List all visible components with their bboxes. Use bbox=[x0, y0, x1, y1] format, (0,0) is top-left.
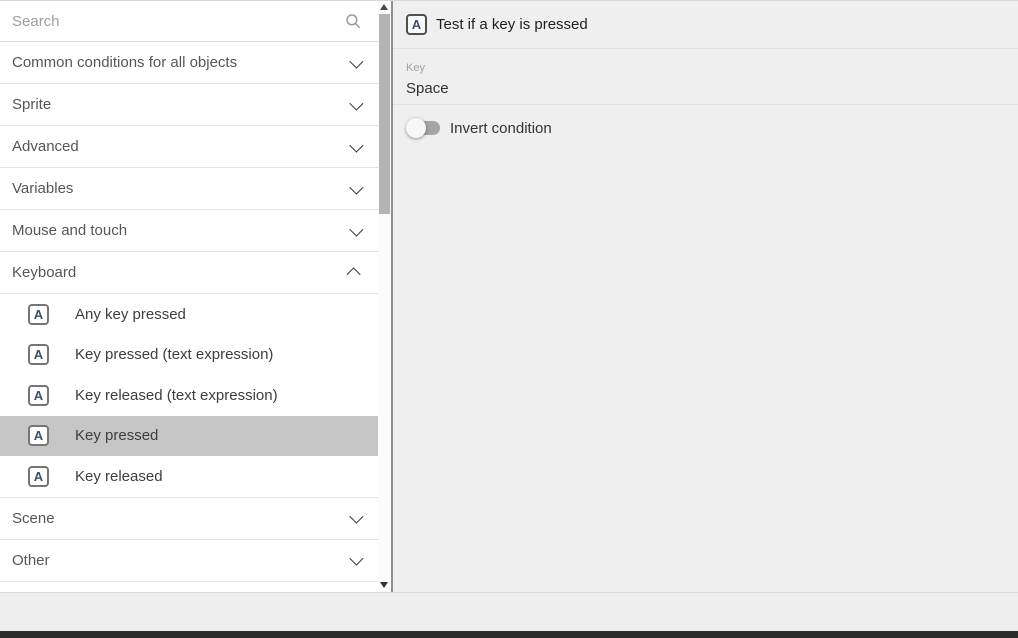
category-label: Other bbox=[12, 552, 350, 569]
sidebar-category-advanced[interactable]: Advanced bbox=[0, 126, 378, 168]
keyboard-key-icon: A bbox=[28, 304, 49, 325]
sidebar-item-key-pressed-text-expression[interactable]: A Key pressed (text expression) bbox=[0, 335, 378, 376]
category-label: Mouse and touch bbox=[12, 222, 350, 239]
category-label: Scene bbox=[12, 510, 350, 527]
sidebar-category-sprite[interactable]: Sprite bbox=[0, 84, 378, 126]
search-input[interactable] bbox=[12, 13, 344, 30]
item-label: Any key pressed bbox=[75, 306, 186, 323]
chevron-down-icon bbox=[349, 222, 363, 236]
category-label: Keyboard bbox=[12, 264, 350, 281]
invert-condition-label: Invert condition bbox=[450, 120, 552, 137]
sidebar-category-keyboard[interactable]: Keyboard bbox=[0, 252, 378, 294]
conditions-sidebar: Common conditions for all objects Sprite A… bbox=[0, 1, 378, 592]
keyboard-key-icon: A bbox=[28, 344, 49, 365]
chevron-down-icon bbox=[349, 54, 363, 68]
category-items-keyboard: A Any key pressed A Key pressed (text expre… bbox=[0, 294, 378, 498]
chevron-down-icon bbox=[349, 96, 363, 110]
item-label: Key pressed (text expression) bbox=[75, 346, 273, 363]
invert-condition-row: Invert condition bbox=[393, 105, 1018, 151]
scrollbar-thumb[interactable] bbox=[379, 14, 390, 214]
item-label: Key pressed bbox=[75, 427, 158, 444]
sidebar-category-variables[interactable]: Variables bbox=[0, 168, 378, 210]
keyboard-key-icon: A bbox=[28, 385, 49, 406]
key-field-value[interactable]: Space bbox=[406, 80, 1018, 104]
item-label: Key released (text expression) bbox=[75, 387, 278, 404]
sidebar-item-key-released-text-expression[interactable]: A Key released (text expression) bbox=[0, 375, 378, 416]
sidebar-category-mouse-and-touch[interactable]: Mouse and touch bbox=[0, 210, 378, 252]
sidebar-item-any-key-pressed[interactable]: A Any key pressed bbox=[0, 294, 378, 335]
condition-picker-dialog: Common conditions for all objects Sprite A… bbox=[0, 0, 1018, 638]
key-field[interactable]: Key Space bbox=[393, 49, 1018, 105]
dialog-main: Common conditions for all objects Sprite A… bbox=[0, 1, 1018, 592]
sidebar-item-key-pressed[interactable]: A Key pressed bbox=[0, 416, 378, 457]
sidebar-category-scene[interactable]: Scene bbox=[0, 498, 378, 540]
bottom-dark-bar bbox=[0, 631, 1018, 638]
key-field-label: Key bbox=[406, 62, 1018, 74]
keyboard-key-icon: A bbox=[28, 425, 49, 446]
category-label: Sprite bbox=[12, 96, 350, 113]
search-row bbox=[0, 1, 378, 42]
category-list: Common conditions for all objects Sprite A… bbox=[0, 42, 378, 582]
category-label: Variables bbox=[12, 180, 350, 197]
keyboard-key-icon: A bbox=[28, 466, 49, 487]
chevron-down-icon bbox=[349, 180, 363, 194]
sidebar-category-other[interactable]: Other bbox=[0, 540, 378, 582]
scroll-down-arrow-icon[interactable] bbox=[380, 582, 388, 588]
chevron-down-icon bbox=[349, 552, 363, 566]
sidebar-scrollbar[interactable] bbox=[378, 1, 391, 592]
invert-condition-toggle[interactable] bbox=[408, 121, 440, 135]
category-label: Common conditions for all objects bbox=[12, 54, 350, 71]
chevron-down-icon bbox=[349, 510, 363, 524]
item-label: Key released bbox=[75, 468, 163, 485]
search-icon bbox=[344, 12, 362, 30]
condition-header: A Test if a key is pressed bbox=[393, 1, 1018, 49]
chevron-down-icon bbox=[349, 138, 363, 152]
scroll-up-arrow-icon[interactable] bbox=[380, 4, 388, 10]
category-label: Advanced bbox=[12, 138, 350, 155]
condition-detail-panel: A Test if a key is pressed Key Space Inv… bbox=[393, 1, 1018, 592]
keyboard-key-icon: A bbox=[406, 14, 427, 35]
condition-title: Test if a key is pressed bbox=[436, 16, 588, 33]
dialog-footer bbox=[0, 592, 1018, 631]
toggle-thumb[interactable] bbox=[406, 118, 426, 138]
sidebar-category-common-conditions-for-all-objects[interactable]: Common conditions for all objects bbox=[0, 42, 378, 84]
sidebar-item-key-released[interactable]: A Key released bbox=[0, 456, 378, 497]
